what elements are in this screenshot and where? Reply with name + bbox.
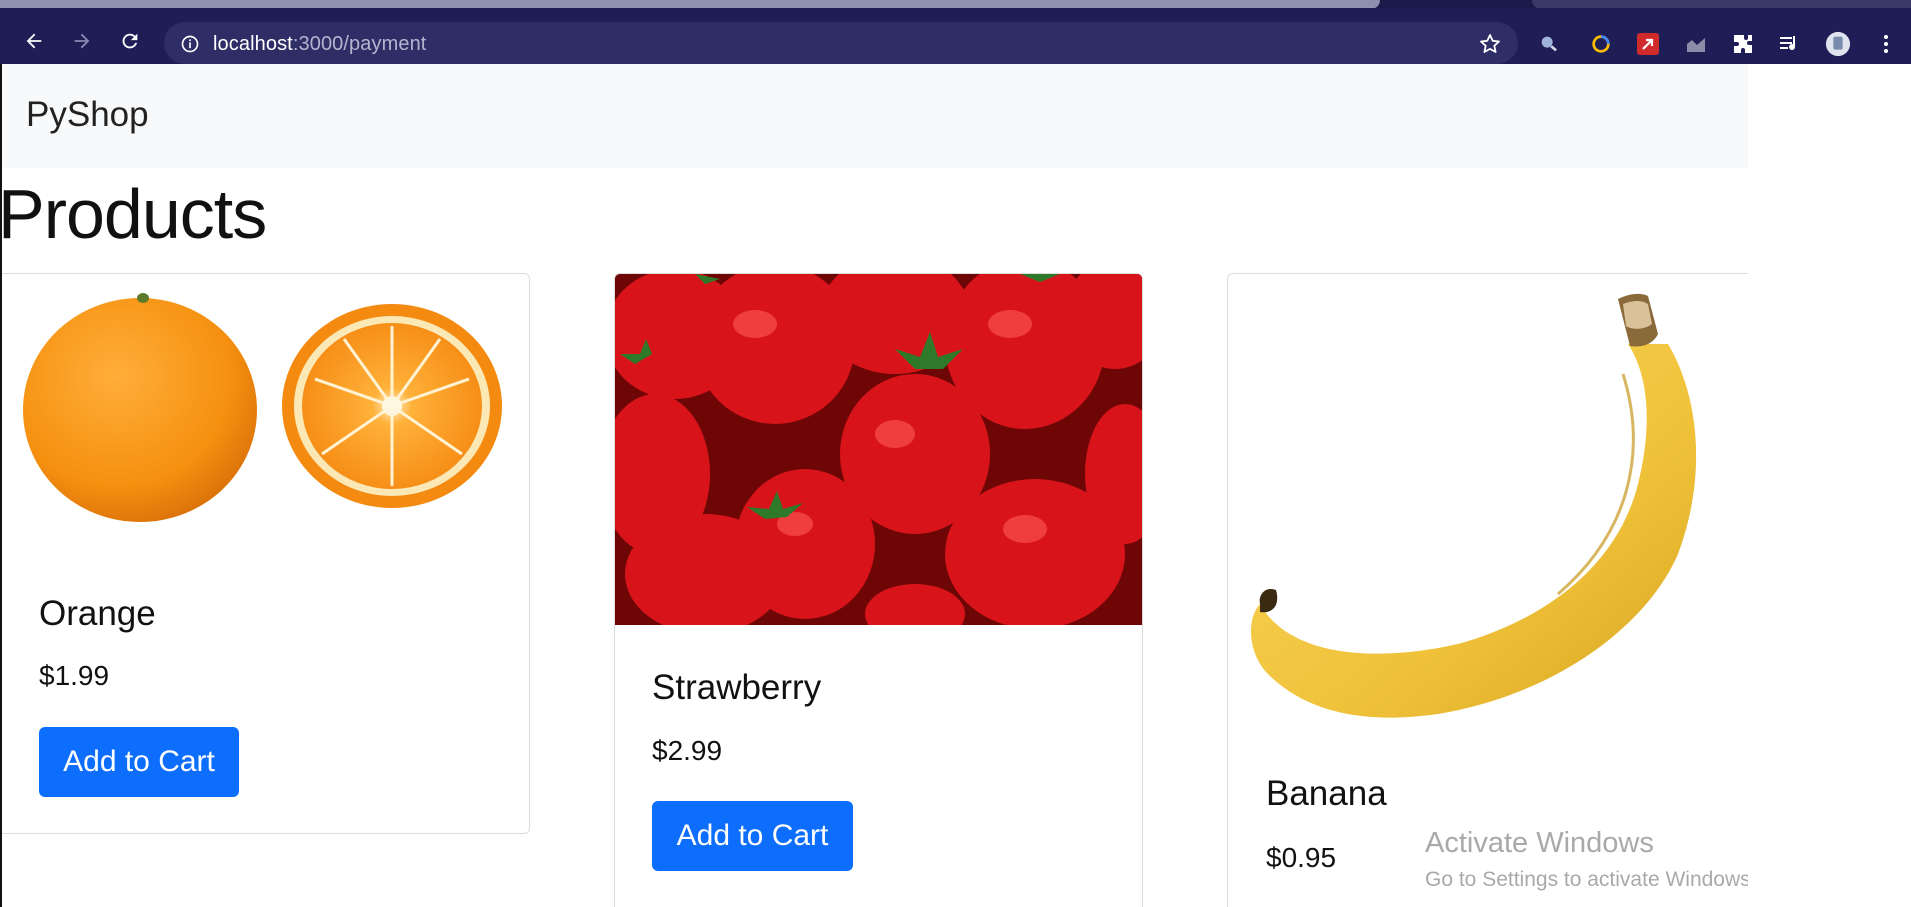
product-name: Banana	[1266, 774, 1387, 813]
web-page: PyShop Products Orange $1.99 Add to Cart…	[0, 64, 1748, 907]
product-image-banana	[1228, 274, 1748, 744]
star-icon[interactable]	[1478, 32, 1502, 56]
add-to-cart-button[interactable]: Add to Cart	[652, 801, 853, 871]
extension-red-arrow-icon[interactable]	[1635, 31, 1661, 57]
puzzle-extensions-icon[interactable]	[1730, 31, 1756, 57]
back-arrow-icon[interactable]	[17, 24, 51, 58]
product-card-orange: Orange $1.99 Add to Cart	[2, 273, 530, 834]
brand-link[interactable]: PyShop	[26, 95, 149, 135]
activate-windows-subtitle: Go to Settings to activate Windows.	[1425, 868, 1748, 891]
info-icon[interactable]	[180, 34, 200, 54]
navbar: PyShop	[2, 64, 1748, 168]
url-text[interactable]: localhost:3000/payment	[213, 33, 426, 56]
product-name: Orange	[39, 594, 156, 633]
product-card-strawberry: Strawberry $2.99 Add to Cart	[614, 273, 1143, 907]
product-card-banana: Banana $0.95	[1227, 273, 1748, 907]
browser-toolbar: localhost:3000/payment	[0, 8, 1911, 64]
product-image-orange	[2, 274, 529, 564]
product-image-strawberry	[615, 274, 1142, 625]
extension-search-icon[interactable]	[1536, 31, 1562, 57]
forward-arrow-icon[interactable]	[65, 24, 99, 58]
profile-avatar[interactable]	[1825, 31, 1851, 57]
url-path: :3000/payment	[292, 33, 427, 55]
add-to-cart-button[interactable]: Add to Cart	[39, 727, 239, 797]
kebab-menu-icon[interactable]	[1873, 31, 1899, 57]
extension-google-icon[interactable]	[1588, 31, 1614, 57]
product-price: $2.99	[652, 735, 723, 766]
reload-icon[interactable]	[113, 24, 147, 58]
media-playlist-icon[interactable]	[1777, 31, 1803, 57]
activate-windows-title: Activate Windows	[1425, 827, 1654, 859]
url-host: localhost	[213, 33, 293, 55]
page-title: Products	[0, 175, 267, 253]
extension-chart-icon[interactable]	[1683, 31, 1709, 57]
product-price: $1.99	[39, 660, 110, 691]
product-price: $0.95	[1266, 842, 1337, 873]
product-name: Strawberry	[652, 668, 822, 707]
viewport-outside	[1748, 64, 1911, 907]
